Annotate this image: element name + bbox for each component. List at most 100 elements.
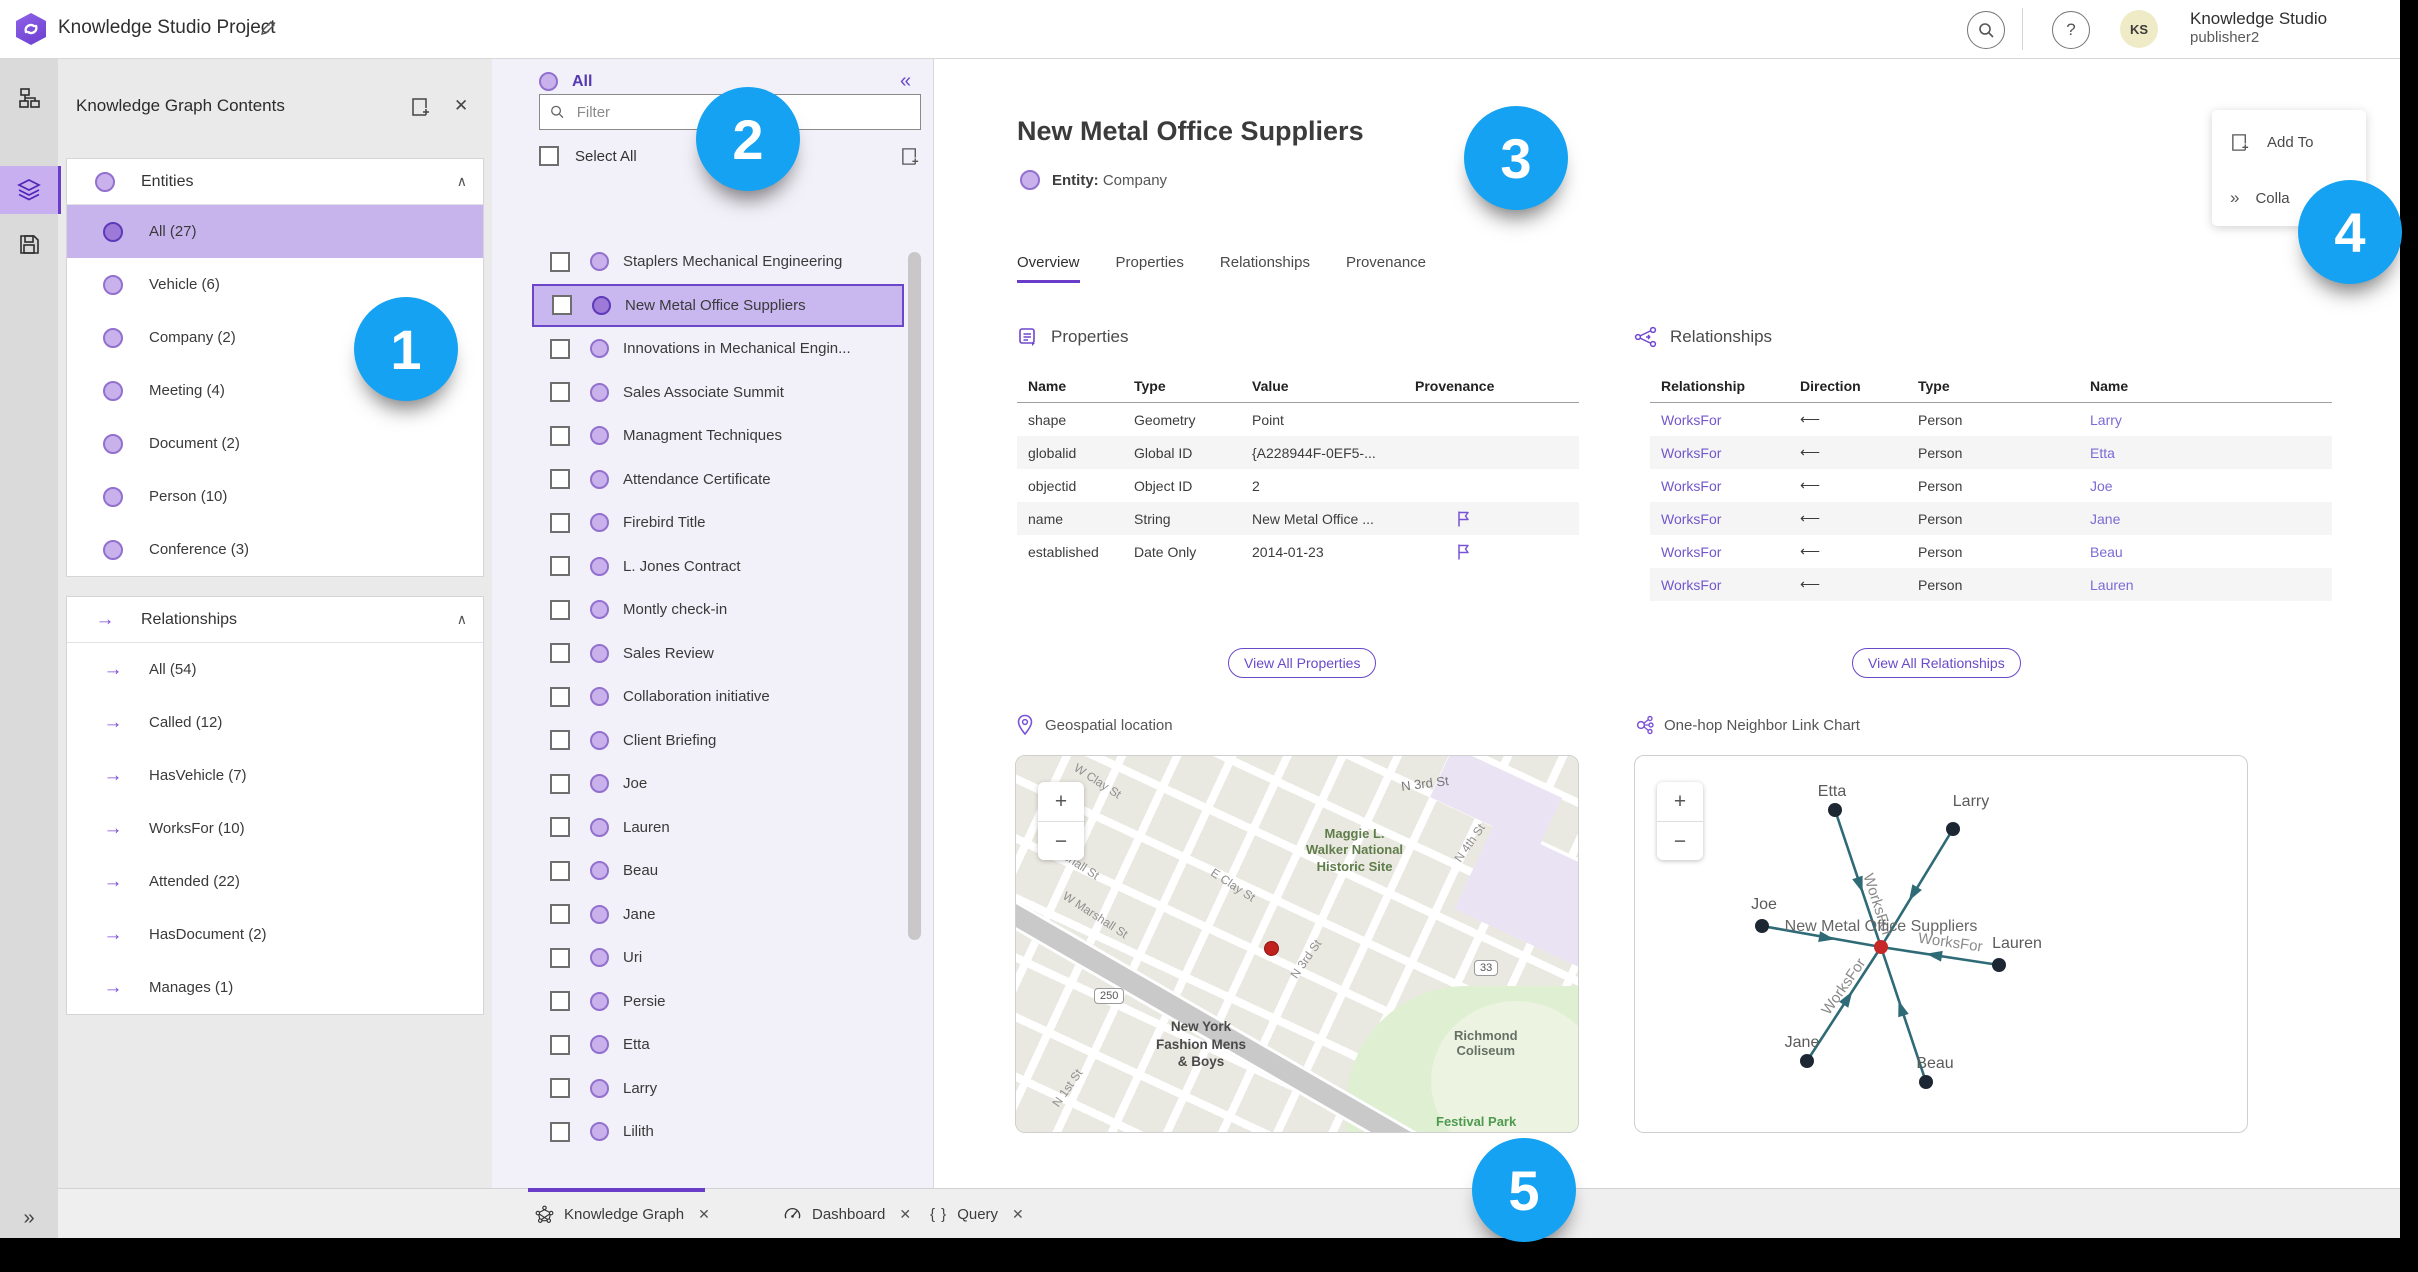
list-item-selected[interactable]: New Metal Office Suppliers (532, 283, 904, 327)
rel-filter-hasvehicle[interactable]: → HasVehicle (7) (67, 749, 483, 802)
item-checkbox[interactable] (552, 295, 572, 316)
item-checkbox[interactable] (550, 469, 570, 490)
edit-title-pencil-icon[interactable] (258, 18, 278, 38)
list-item[interactable]: Sales Review (532, 632, 904, 676)
tab-provenance[interactable]: Provenance (1346, 254, 1426, 283)
chevron-up-icon[interactable]: ∧ (457, 173, 467, 190)
avatar[interactable]: KS (2120, 10, 2158, 48)
graph-node[interactable] (1919, 1075, 1933, 1089)
entity-filter-document[interactable]: Document (2) (67, 417, 483, 470)
item-checkbox[interactable] (550, 1121, 570, 1142)
item-checkbox[interactable] (550, 817, 570, 838)
tab-query[interactable]: { } Query ✕ (930, 1189, 1024, 1239)
list-item[interactable]: Lauren (532, 806, 904, 850)
entity-location-marker[interactable] (1264, 941, 1279, 956)
zoom-in-button[interactable]: + (1038, 782, 1084, 822)
tab-overview[interactable]: Overview (1017, 254, 1080, 283)
zoom-in-button[interactable]: + (1657, 782, 1703, 822)
rel-filter-hasdocument[interactable]: → HasDocument (2) (67, 908, 483, 961)
list-item[interactable]: Firebird Title (532, 501, 904, 545)
graph-node[interactable] (1828, 803, 1842, 817)
entities-section-header[interactable]: Entities ∧ (67, 159, 483, 205)
add-selected-button[interactable] (900, 146, 921, 167)
table-row[interactable]: WorksFor ⟵ Person Larry (1650, 403, 2332, 436)
graph-node[interactable] (1755, 919, 1769, 933)
table-row[interactable]: WorksFor ⟵ Person Etta (1650, 436, 2332, 469)
table-row[interactable]: WorksFor ⟵ Person Beau (1650, 535, 2332, 568)
tab-dashboard[interactable]: Dashboard ✕ (783, 1189, 911, 1239)
entity-filter-conference[interactable]: Conference (3) (67, 523, 483, 576)
collapse-menu-item[interactable]: » Colla (2230, 188, 2290, 208)
rel-filter-worksfor[interactable]: → WorksFor (10) (67, 802, 483, 855)
zoom-out-button[interactable]: − (1657, 822, 1703, 861)
graph-node[interactable] (1946, 822, 1960, 836)
list-item[interactable]: Collaboration initiative (532, 675, 904, 719)
list-item[interactable]: Innovations in Mechanical Engin... (532, 327, 904, 371)
item-checkbox[interactable] (550, 643, 570, 664)
list-item[interactable]: Larry (532, 1067, 904, 1111)
view-all-properties-button[interactable]: View All Properties (1228, 648, 1377, 678)
help-button[interactable]: ? (2052, 11, 2090, 49)
view-all-relationships-button[interactable]: View All Relationships (1852, 648, 2021, 678)
close-tab-icon[interactable]: ✕ (1012, 1206, 1024, 1223)
relationships-section-header[interactable]: → Relationships ∧ (67, 597, 483, 643)
app-logo-icon[interactable] (16, 13, 46, 45)
item-checkbox[interactable] (550, 1034, 570, 1055)
table-row[interactable]: WorksFor ⟵ Person Jane (1650, 502, 2332, 535)
list-item[interactable]: Beau (532, 849, 904, 893)
list-item[interactable]: Montly check-in (532, 588, 904, 632)
table-row[interactable]: shape Geometry Point (1017, 403, 1579, 436)
list-item[interactable]: Client Briefing (532, 719, 904, 763)
item-checkbox[interactable] (550, 686, 570, 707)
list-item[interactable]: Staplers Mechanical Engineering (532, 240, 904, 284)
list-item[interactable]: Uri (532, 936, 904, 980)
graph-node[interactable] (1992, 958, 2006, 972)
tab-relationships[interactable]: Relationships (1220, 254, 1310, 283)
table-row[interactable]: name String New Metal Office ... (1017, 502, 1579, 535)
table-row[interactable]: WorksFor ⟵ Person Joe (1650, 469, 2332, 502)
list-item[interactable]: Lilith (532, 1110, 904, 1154)
rel-filter-all[interactable]: → All (54) (67, 643, 483, 696)
list-item[interactable]: Sales Associate Summit (532, 371, 904, 415)
list-item[interactable]: L. Jones Contract (532, 545, 904, 589)
list-item[interactable]: Attendance Certificate (532, 458, 904, 502)
item-checkbox[interactable] (550, 599, 570, 620)
list-item[interactable]: Joe (532, 762, 904, 806)
search-button[interactable] (1967, 11, 2005, 49)
add-to-new-button[interactable] (410, 96, 432, 118)
table-row[interactable]: globalid Global ID {A228944F-0EF5-... (1017, 436, 1579, 469)
provenance-flag-icon[interactable] (1455, 543, 1472, 561)
item-checkbox[interactable] (550, 860, 570, 881)
chevron-up-icon[interactable]: ∧ (457, 611, 467, 628)
item-checkbox[interactable] (550, 425, 570, 446)
close-panel-button[interactable]: ✕ (454, 96, 468, 116)
tab-properties[interactable]: Properties (1116, 254, 1184, 283)
collapse-panel-button[interactable]: « (900, 70, 911, 93)
list-scrollbar[interactable] (908, 252, 921, 940)
item-checkbox[interactable] (550, 991, 570, 1012)
user-identity[interactable]: Knowledge Studio publisher2 (2190, 9, 2327, 46)
item-checkbox[interactable] (550, 556, 570, 577)
entity-filter-person[interactable]: Person (10) (67, 470, 483, 523)
link-chart-canvas[interactable]: WorksFor WorksFor WorksFor Etta Larry Jo… (1635, 756, 2247, 1132)
provenance-flag-icon[interactable] (1455, 510, 1472, 528)
tab-knowledge-graph[interactable]: Knowledge Graph ✕ (535, 1189, 710, 1239)
close-tab-icon[interactable]: ✕ (899, 1206, 911, 1223)
contents-tool-button[interactable] (0, 166, 58, 214)
item-checkbox[interactable] (550, 904, 570, 925)
center-graph-node[interactable] (1874, 940, 1888, 954)
graph-node[interactable] (1800, 1054, 1814, 1068)
item-checkbox[interactable] (550, 512, 570, 533)
item-checkbox[interactable] (550, 773, 570, 794)
item-checkbox[interactable] (550, 338, 570, 359)
list-item[interactable]: Jane (532, 893, 904, 937)
item-checkbox[interactable] (550, 251, 570, 272)
item-checkbox[interactable] (550, 1078, 570, 1099)
table-row[interactable]: objectid Object ID 2 (1017, 469, 1579, 502)
item-checkbox[interactable] (550, 730, 570, 751)
rel-filter-attended[interactable]: → Attended (22) (67, 855, 483, 908)
table-row[interactable]: established Date Only 2014-01-23 (1017, 535, 1579, 568)
save-tool-button[interactable] (0, 220, 58, 268)
zoom-out-button[interactable]: − (1038, 822, 1084, 861)
item-checkbox[interactable] (550, 947, 570, 968)
